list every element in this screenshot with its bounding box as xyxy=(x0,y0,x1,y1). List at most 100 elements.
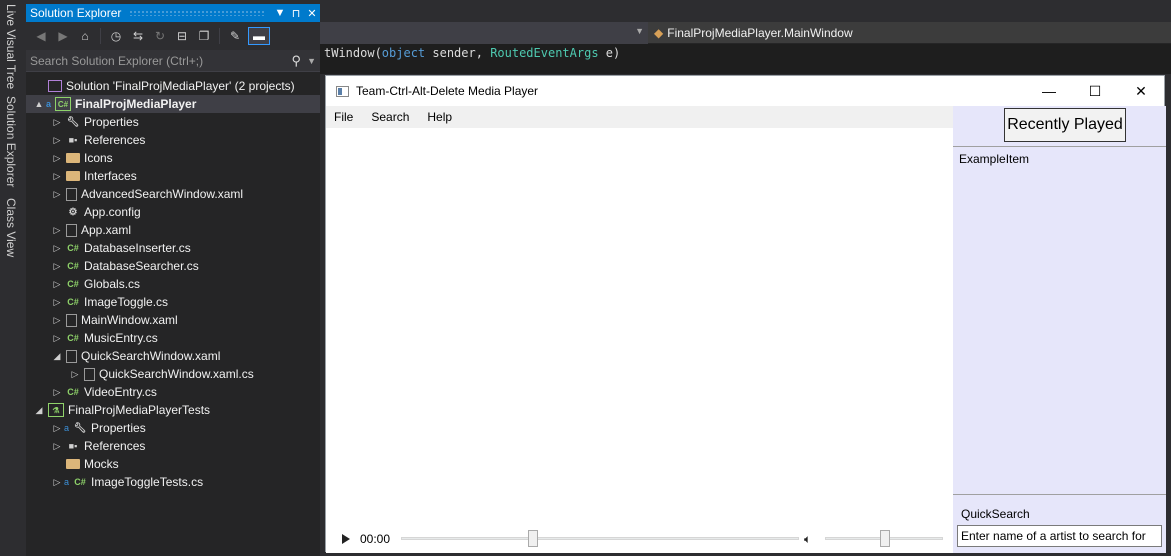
expand-arrow-icon[interactable]: ▷ xyxy=(52,171,62,182)
tree-item[interactable]: ◢ QuickSearchWindow.xaml xyxy=(26,347,320,365)
drag-grip[interactable] xyxy=(129,10,264,16)
show-all-files-icon[interactable]: ❐ xyxy=(195,27,213,45)
expand-arrow-icon[interactable]: ▷ xyxy=(52,315,62,326)
collapse-all-icon[interactable]: ⊟ xyxy=(173,27,191,45)
wrench-icon: 🔧︎ xyxy=(66,116,80,128)
recently-played-button[interactable]: Recently Played xyxy=(1004,108,1126,142)
volume-thumb[interactable] xyxy=(880,530,890,547)
expand-arrow-icon[interactable]: ▷ xyxy=(52,477,62,488)
preview-selected-icon[interactable]: ▬ xyxy=(248,27,270,45)
expand-arrow-icon[interactable]: ▷ xyxy=(52,279,62,290)
solution-search-box[interactable]: Search Solution Explorer (Ctrl+;) ⚲ ▼ xyxy=(26,50,320,72)
expand-arrow-icon[interactable]: ▷ xyxy=(52,261,62,272)
panel-menu-icon[interactable]: ▼ xyxy=(272,7,288,19)
tree-item[interactable]: ▷ MainWindow.xaml xyxy=(26,311,320,329)
xaml-file-icon xyxy=(66,349,77,363)
tree-item-label: Interfaces xyxy=(84,169,137,183)
tree-item[interactable]: ▷ QuickSearchWindow.xaml.cs xyxy=(26,365,320,383)
properties-wrench-icon[interactable]: ✎ xyxy=(226,27,244,45)
tree-item[interactable]: ▷ C# Globals.cs xyxy=(26,275,320,293)
type-dropdown[interactable]: ▼ xyxy=(320,21,648,44)
search-options-icon[interactable]: ▼ xyxy=(307,56,316,66)
pending-changes-filter-icon[interactable]: ◷ xyxy=(107,27,125,45)
tree-item[interactable]: ▷ ■▪ References xyxy=(26,437,320,455)
expand-arrow-icon[interactable]: ▷ xyxy=(52,297,62,308)
lock-icon: a xyxy=(46,99,52,109)
tree-item[interactable]: ▷ 🔧︎ Properties xyxy=(26,113,320,131)
back-icon[interactable]: ◀ xyxy=(32,27,50,45)
tree-item[interactable]: ▷ C# MusicEntry.cs xyxy=(26,329,320,347)
tab-class-view[interactable]: Class View xyxy=(4,196,18,259)
csharp-file-icon: C# xyxy=(67,243,79,253)
tab-live-visual-tree[interactable]: Live Visual Tree xyxy=(4,2,18,91)
tree-item-label: AdvancedSearchWindow.xaml xyxy=(81,187,244,201)
tree-item-label: ImageToggleTests.cs xyxy=(91,475,204,489)
media-display-area[interactable]: 00:00 🔈︎ xyxy=(326,128,953,553)
tree-item[interactable]: ⚙ App.config xyxy=(26,203,320,221)
tree-item[interactable]: Solution 'FinalProjMediaPlayer' (2 proje… xyxy=(26,77,320,95)
solution-icon xyxy=(48,80,62,92)
expand-arrow-icon[interactable]: ▷ xyxy=(52,117,62,128)
minimize-button[interactable]: — xyxy=(1026,76,1072,106)
tree-item[interactable]: ▷ C# ImageToggle.cs xyxy=(26,293,320,311)
expand-arrow-icon[interactable]: ▷ xyxy=(52,243,62,254)
code-text: tWindow( xyxy=(324,46,382,60)
solution-explorer-titlebar[interactable]: Solution Explorer ▼ ⊓ ✕ xyxy=(26,4,320,22)
expand-arrow-icon[interactable]: ▷ xyxy=(52,153,62,164)
tree-item[interactable]: ▷ a C# ImageToggleTests.cs xyxy=(26,473,320,491)
home-icon[interactable]: ⌂ xyxy=(76,27,94,45)
menu-file[interactable]: File xyxy=(326,110,362,124)
window-titlebar[interactable]: Team-Ctrl-Alt-Delete Media Player — ☐ ✕ xyxy=(326,76,1164,106)
tree-item-label: App.config xyxy=(84,205,141,219)
seek-slider[interactable] xyxy=(401,530,799,547)
member-dropdown[interactable]: ◆ FinalProjMediaPlayer.MainWindow xyxy=(648,26,853,40)
expand-arrow-icon[interactable]: ◢ xyxy=(52,351,62,362)
refresh-icon[interactable]: ↻ xyxy=(151,27,169,45)
close-button[interactable]: ✕ xyxy=(1118,76,1164,106)
tree-item[interactable]: ▷ C# DatabaseSearcher.cs xyxy=(26,257,320,275)
expand-arrow-icon[interactable]: ▲ xyxy=(34,99,44,109)
tab-solution-explorer[interactable]: Solution Explorer xyxy=(4,94,18,189)
tree-item[interactable]: ▷ Icons xyxy=(26,149,320,167)
menu-search[interactable]: Search xyxy=(362,110,418,124)
app-icon xyxy=(336,85,349,97)
tree-item-label: QuickSearchWindow.xaml.cs xyxy=(99,367,254,381)
maximize-button[interactable]: ☐ xyxy=(1072,76,1118,106)
tree-item[interactable]: ▷ a 🔧︎ Properties xyxy=(26,419,320,437)
tree-item[interactable]: ▷ ■▪ References xyxy=(26,131,320,149)
expand-arrow-icon[interactable]: ▷ xyxy=(52,423,62,434)
expand-arrow-icon[interactable]: ▷ xyxy=(52,441,62,452)
folder-icon xyxy=(66,459,80,469)
expand-arrow-icon[interactable]: ▷ xyxy=(52,333,62,344)
search-icon[interactable]: ⚲ xyxy=(292,53,302,69)
recent-list-item[interactable]: ExampleItem xyxy=(959,152,1029,166)
tree-item[interactable]: ▷ C# VideoEntry.cs xyxy=(26,383,320,401)
tree-item[interactable]: ▲ a C# FinalProjMediaPlayer xyxy=(26,95,320,113)
volume-slider[interactable] xyxy=(825,530,943,547)
tree-item[interactable]: ▷ C# DatabaseInserter.cs xyxy=(26,239,320,257)
tree-item[interactable]: Mocks xyxy=(26,455,320,473)
play-icon[interactable] xyxy=(342,534,350,544)
tree-item[interactable]: ▷ AdvancedSearchWindow.xaml xyxy=(26,185,320,203)
search-input[interactable]: Search Solution Explorer (Ctrl+;) xyxy=(30,54,292,68)
menu-help[interactable]: Help xyxy=(418,110,461,124)
expand-arrow-icon[interactable]: ▷ xyxy=(52,387,62,398)
tree-item[interactable]: ▷ Interfaces xyxy=(26,167,320,185)
tree-item[interactable]: ◢ ⚗ FinalProjMediaPlayerTests xyxy=(26,401,320,419)
pin-icon[interactable]: ⊓ xyxy=(288,7,304,20)
close-icon[interactable]: ✕ xyxy=(304,7,320,20)
code-editor[interactable]: tWindow(object sender, RoutedEventArgs e… xyxy=(320,44,1171,74)
expand-arrow-icon[interactable]: ▷ xyxy=(52,225,62,236)
quicksearch-input[interactable]: Enter name of a artist to search for xyxy=(957,525,1162,547)
expand-arrow-icon[interactable]: ▷ xyxy=(52,189,62,200)
expand-arrow-icon[interactable]: ▷ xyxy=(70,369,80,380)
media-player-window: Team-Ctrl-Alt-Delete Media Player — ☐ ✕ … xyxy=(325,75,1166,553)
seek-thumb[interactable] xyxy=(528,530,539,547)
expand-arrow-icon[interactable]: ◢ xyxy=(34,405,44,416)
expand-arrow-icon[interactable]: ▷ xyxy=(52,135,62,146)
forward-icon[interactable]: ▶ xyxy=(54,27,72,45)
sync-icon[interactable]: ⇆ xyxy=(129,27,147,45)
volume-icon[interactable]: 🔈︎ xyxy=(804,532,811,547)
tree-item[interactable]: ▷ App.xaml xyxy=(26,221,320,239)
tool-window-strip: Live Visual Tree Solution Explorer Class… xyxy=(0,0,26,556)
